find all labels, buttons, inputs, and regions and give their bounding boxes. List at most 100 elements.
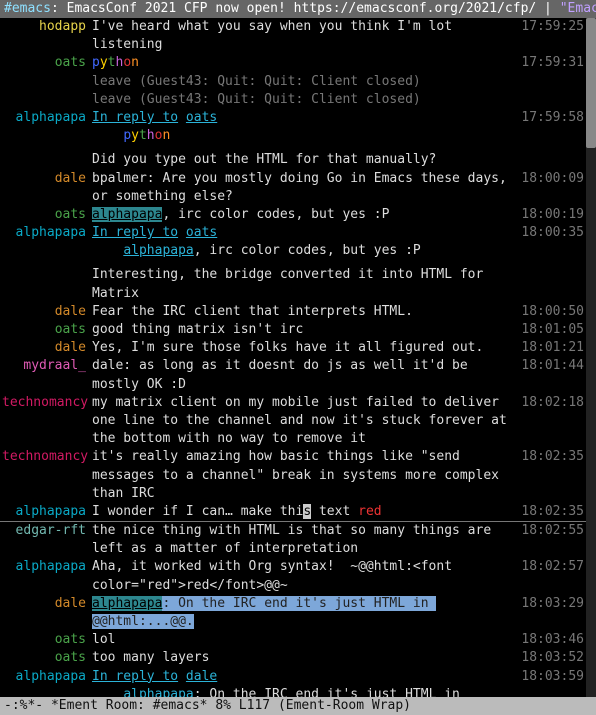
message-text: alphapapa, irc color codes, but yes :P	[92, 206, 517, 224]
timestamp: 18:01:44	[517, 357, 584, 375]
system-message: leave (Guest43: Quit: Quit: Client close…	[92, 73, 518, 91]
plain-text: I wonder if I can… make thi	[92, 504, 303, 519]
message-row: Did you type out the HTML for that manua…	[0, 151, 586, 169]
plain-text: , irc color codes, but yes :P	[194, 243, 421, 258]
message-text: In reply to dale alphapapa: On the IRC e…	[92, 668, 517, 697]
reply-link[interactable]: In reply to	[92, 225, 178, 240]
message-row: alphapapa In reply to oats alphapapa, ir…	[0, 224, 586, 260]
message-text: my matrix client on my mobile just faile…	[92, 394, 517, 449]
message-text: alphapapa: On the IRC end it's just HTML…	[92, 595, 517, 631]
python-y: y	[100, 55, 108, 70]
timestamp: 18:03:46	[517, 631, 584, 649]
message-row: alphapapa I wonder if I can… make this t…	[0, 503, 586, 521]
nick-highlight[interactable]: alphapapa	[92, 596, 162, 611]
message-row: edgar-rft the nice thing with HTML is th…	[0, 521, 586, 558]
message-text: dale: as long as it doesnt do js as well…	[92, 357, 517, 393]
topic-sep: :	[51, 1, 67, 16]
nick-oats: oats	[2, 321, 92, 339]
message-text: Did you type out the HTML for that manua…	[92, 151, 518, 169]
plain-text: , irc color codes, but yes :P	[162, 207, 389, 222]
message-row: dale bpalmer: Are you mostly doing Go in…	[0, 170, 586, 206]
timestamp: 18:00:19	[517, 206, 584, 224]
timestamp: 18:01:21	[517, 339, 584, 357]
message-text: In reply to oats alphapapa, irc color co…	[92, 224, 517, 260]
nick-dale: dale	[2, 595, 92, 613]
system-row: leave (Guest43: Quit: Quit: Client close…	[0, 91, 586, 109]
python-t: t	[139, 128, 147, 143]
python-h: h	[147, 128, 155, 143]
nick-oats: oats	[2, 631, 92, 649]
nick-technomancy: technomancy	[2, 448, 92, 466]
timestamp: 18:02:35	[517, 503, 584, 521]
nick-link[interactable]: alphapapa	[123, 243, 193, 258]
python-n: n	[131, 55, 139, 70]
nick-technomancy: technomancy	[2, 394, 92, 412]
message-row: oats too many layers 18:03:52	[0, 649, 586, 667]
python-p: p	[92, 55, 100, 70]
message-text: Interesting, the bridge converted it int…	[92, 266, 518, 302]
topic-quote: "Emacs is a co	[560, 1, 596, 16]
nick-alphapapa: alphapapa	[2, 668, 92, 686]
system-row: leave (Guest43: Quit: Quit: Client close…	[0, 73, 586, 91]
reply-link[interactable]: In reply to	[92, 110, 178, 125]
timestamp: 17:59:31	[517, 54, 584, 72]
nick-oats: oats	[2, 206, 92, 224]
nick-hodapp: hodapp	[2, 18, 92, 36]
nick-highlight[interactable]: alphapapa	[92, 207, 162, 222]
message-text: I wonder if I can… make this text red	[92, 503, 517, 521]
timestamp: 17:59:58	[517, 109, 584, 127]
nick-link[interactable]: oats	[186, 225, 217, 240]
timestamp: 18:03:59	[517, 668, 584, 686]
message-text: too many layers	[92, 649, 517, 667]
message-row: technomancy my matrix client on my mobil…	[0, 394, 586, 449]
nick-alphapapa: alphapapa	[2, 109, 92, 127]
topic-pipe: |	[536, 1, 559, 16]
message-row: technomancy it's really amazing how basi…	[0, 448, 586, 503]
message-row: dale Fear the IRC client that interprets…	[0, 303, 586, 321]
nick-edgar: edgar-rft	[2, 522, 92, 540]
timestamp: 18:00:09	[517, 170, 584, 188]
timestamp: 18:02:57	[517, 558, 584, 576]
python-p: p	[123, 128, 131, 143]
message-row: alphapapa In reply to oats python 17:59:…	[0, 109, 586, 145]
timestamp: 18:03:52	[517, 649, 584, 667]
nick-mydraal: mydraal_	[2, 357, 92, 375]
timestamp: 18:02:55	[517, 522, 584, 540]
message-text: python	[92, 54, 517, 72]
nick-alphapapa: alphapapa	[2, 503, 92, 521]
message-text: In reply to oats python	[92, 109, 517, 145]
message-row: oats alphapapa, irc color codes, but yes…	[0, 206, 586, 224]
scrollbar-thumb[interactable]	[586, 18, 596, 148]
message-text: the nice thing with HTML is that so many…	[92, 522, 517, 558]
message-row: Interesting, the bridge converted it int…	[0, 266, 586, 302]
channel-hash: #emacs	[4, 1, 51, 16]
channel-topic-bar: #emacs: EmacsConf 2021 CFP now open! htt…	[0, 0, 596, 18]
nick-oats: oats	[2, 54, 92, 72]
message-text: Aha, it worked with Org syntax! ~@@html:…	[92, 558, 517, 594]
nick-link[interactable]: alphapapa	[123, 687, 193, 697]
message-log[interactable]: hodapp I've heard what you say when you …	[0, 18, 586, 697]
nick-oats: oats	[2, 649, 92, 667]
emacs-modeline: -:%*- *Ement Room: #emacs* 8% L117 (Emen…	[0, 697, 596, 715]
message-row: dale alphapapa: On the IRC end it's just…	[0, 595, 586, 631]
python-n: n	[162, 128, 170, 143]
nick-alphapapa: alphapapa	[2, 224, 92, 242]
vertical-scrollbar[interactable]	[586, 18, 596, 697]
message-row: hodapp I've heard what you say when you …	[0, 18, 586, 54]
red-text: red	[358, 504, 381, 519]
topic-text: EmacsConf 2021 CFP now open! https://ema…	[67, 1, 537, 16]
nick-link[interactable]: oats	[186, 110, 217, 125]
message-row: alphapapa In reply to dale alphapapa: On…	[0, 668, 586, 697]
nick-link[interactable]: dale	[186, 669, 217, 684]
timestamp: 18:03:29	[517, 595, 584, 613]
modeline-mode: (Ement-Room Wrap)	[278, 698, 411, 713]
nick-dale: dale	[2, 303, 92, 321]
message-row: oats python 17:59:31	[0, 54, 586, 72]
message-row: oats good thing matrix isn't irc 18:01:0…	[0, 321, 586, 339]
reply-link[interactable]: In reply to	[92, 669, 178, 684]
selection-highlight: alphapapa: On the IRC end it's just HTML…	[92, 596, 436, 629]
message-text: I've heard what you say when you think I…	[92, 18, 517, 54]
modeline-position: 8% L117	[208, 698, 278, 713]
timestamp: 18:02:35	[517, 448, 584, 466]
nick-dale: dale	[2, 170, 92, 188]
